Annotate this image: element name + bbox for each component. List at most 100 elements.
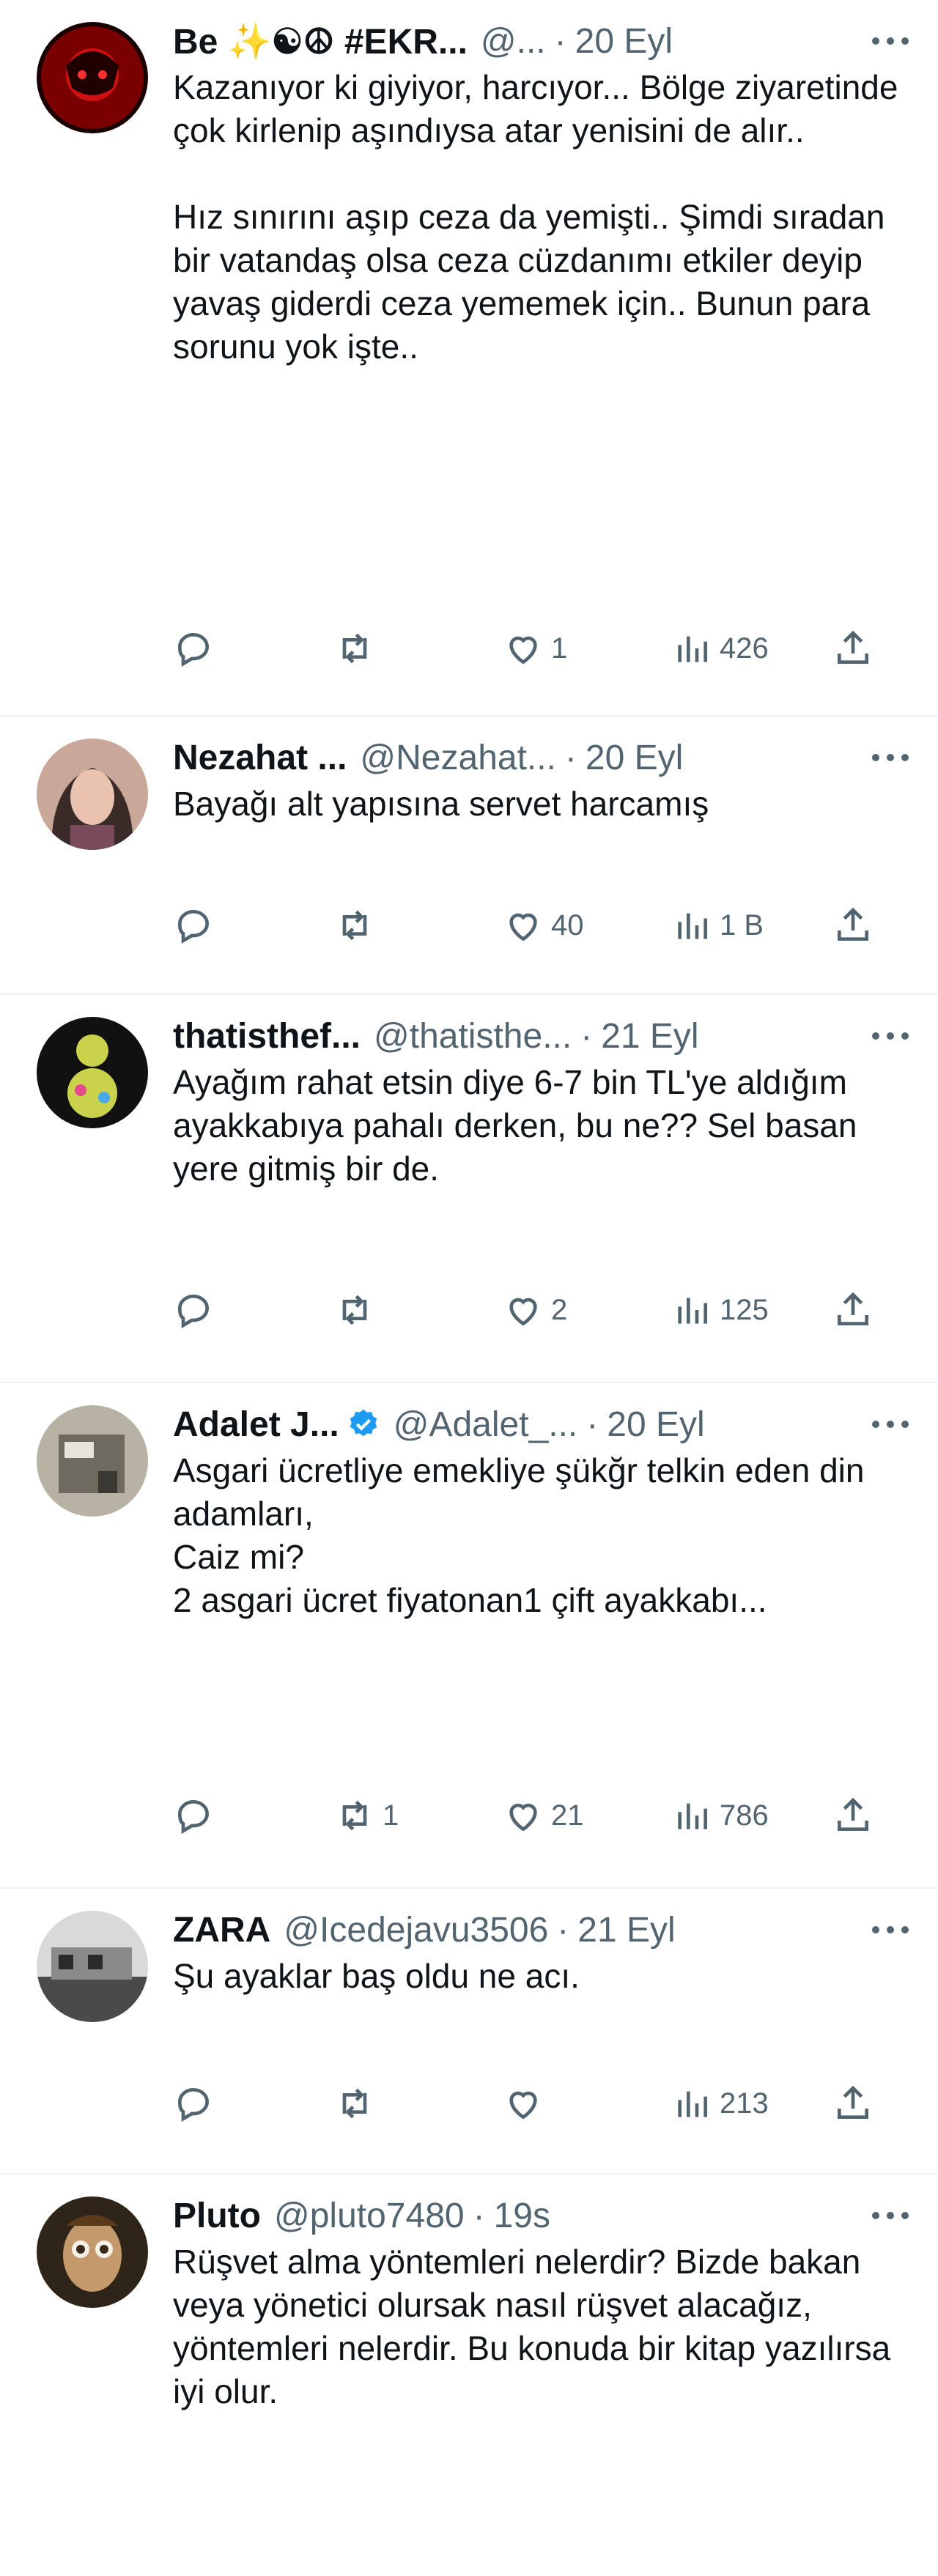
timestamp[interactable]: 20 Eyl (575, 21, 673, 62)
avatar[interactable] (37, 1017, 148, 1128)
share-button[interactable] (832, 905, 874, 946)
views-icon (678, 1803, 707, 1829)
share-button[interactable] (832, 628, 874, 669)
handle[interactable]: @pluto7480 (274, 2196, 465, 2236)
more-icon[interactable] (872, 1908, 909, 1952)
like-button[interactable] (503, 2083, 551, 2124)
tweet-actions: 213 (173, 2078, 916, 2129)
more-icon[interactable] (872, 2194, 909, 2238)
views-button[interactable]: 125 (671, 1289, 769, 1330)
views-icon (678, 913, 707, 939)
share-button[interactable] (832, 1795, 874, 1836)
tweet-header: Adalet J... @Adalet_... · 20 Eyl (173, 1402, 916, 1446)
tweet-text: Bayağı alt yapısına servet harcamış (173, 785, 709, 823)
like-button[interactable]: 1 (503, 628, 567, 669)
tweet-text: Şu ayaklar baş oldu ne acı. (173, 1957, 580, 1995)
tweet-header: Pluto @pluto7480 · 19s (173, 2194, 916, 2238)
share-button[interactable] (832, 2083, 874, 2124)
more-icon[interactable] (872, 19, 909, 63)
display-name[interactable]: Pluto (173, 2196, 261, 2236)
avatar[interactable] (37, 1911, 148, 2022)
tweet[interactable]: Pluto @pluto7480 · 19s Rüşvet alma yönte… (0, 2175, 938, 2575)
retweet-icon (342, 910, 367, 941)
more-icon[interactable] (872, 1402, 909, 1446)
verified-badge-icon (350, 1409, 377, 1437)
retweet-button[interactable] (334, 628, 383, 669)
display-name[interactable]: Be ✨☯☮ #EKR... (173, 21, 468, 62)
retweet-icon (342, 1800, 367, 1831)
reply-button[interactable] (173, 905, 221, 946)
reply-icon (177, 909, 210, 944)
avatar[interactable] (37, 739, 148, 850)
tweet-header: Nezahat ... @Nezahat... · 20 Eyl (173, 736, 916, 780)
views-count: 125 (720, 1293, 769, 1326)
tweet[interactable]: ZARA @Icedejavu3506 · 21 Eyl Şu ayaklar … (0, 1889, 938, 2175)
tweet-text: Rüşvet alma yöntemleri nelerdir? Bizde b… (173, 2243, 891, 2410)
avatar[interactable] (37, 1405, 148, 1517)
share-icon (838, 907, 868, 941)
retweet-button[interactable]: 1 (334, 1795, 399, 1836)
reply-icon (177, 1799, 210, 1835)
tweet[interactable]: Adalet J... @Adalet_... · 20 Eyl Asgari … (0, 1383, 938, 1889)
tweet-text: Asgari ücretliye emekliye şükğr telkin e… (173, 1451, 865, 1619)
handle[interactable]: @... (481, 21, 546, 62)
separator-dot: · (586, 1404, 599, 1444)
retweet-icon (342, 633, 367, 664)
views-button[interactable]: 426 (671, 628, 769, 669)
views-count: 786 (720, 1799, 769, 1832)
retweet-icon (342, 2088, 367, 2119)
like-button[interactable]: 2 (503, 1289, 567, 1330)
tweet[interactable]: thatisthef... @thatisthe... · 21 Eyl Aya… (0, 995, 938, 1383)
reply-button[interactable] (173, 1289, 221, 1330)
views-icon (678, 636, 707, 662)
tweet-actions: 1 21 786 (173, 1790, 916, 1841)
separator-dot: · (580, 1016, 593, 1056)
handle[interactable]: @Nezahat... (360, 738, 556, 778)
reply-icon (177, 2087, 210, 2122)
more-icon[interactable] (872, 1014, 909, 1058)
tweet-actions: 2 125 (173, 1284, 916, 1336)
share-button[interactable] (832, 1289, 874, 1330)
display-name[interactable]: ZARA (173, 1910, 270, 1950)
views-icon (678, 1298, 707, 1324)
like-icon (509, 2091, 537, 2120)
display-name[interactable]: Nezahat ... (173, 738, 347, 778)
handle[interactable]: @thatisthe... (374, 1016, 572, 1056)
tweet[interactable]: Be ✨☯☮ #EKR... @... · 20 Eyl Kazanıyor k… (0, 0, 938, 717)
tweet-header: Be ✨☯☮ #EKR... @... · 20 Eyl (173, 19, 916, 63)
retweet-button[interactable] (334, 2083, 383, 2124)
timestamp[interactable]: 20 Eyl (607, 1404, 704, 1445)
more-icon[interactable] (872, 736, 909, 780)
like-icon (509, 913, 537, 941)
retweet-button[interactable] (334, 905, 383, 946)
handle[interactable]: @Adalet_... (394, 1404, 578, 1445)
handle[interactable]: @Icedejavu3506 (284, 1910, 548, 1950)
display-name[interactable]: Adalet J... (173, 1404, 339, 1445)
separator-dot: · (554, 21, 566, 61)
reply-button[interactable] (173, 2083, 221, 2124)
views-button[interactable]: 213 (671, 2083, 769, 2124)
views-button[interactable]: 786 (671, 1795, 769, 1836)
display-name[interactable]: thatisthef... (173, 1016, 361, 1056)
tweet-feed: Be ✨☯☮ #EKR... @... · 20 Eyl Kazanıyor k… (0, 0, 938, 2575)
reply-icon (177, 1294, 210, 1329)
timestamp[interactable]: 20 Eyl (586, 738, 683, 778)
timestamp[interactable]: 19s (494, 2196, 550, 2236)
reply-button[interactable] (173, 628, 221, 669)
retweet-count: 1 (383, 1799, 399, 1832)
reply-button[interactable] (173, 1795, 221, 1836)
views-icon (678, 2091, 707, 2117)
like-count: 40 (551, 908, 584, 941)
like-button[interactable]: 21 (503, 1795, 584, 1836)
like-button[interactable]: 40 (503, 905, 584, 946)
avatar[interactable] (37, 2196, 148, 2308)
timestamp[interactable]: 21 Eyl (601, 1016, 698, 1056)
views-button[interactable]: 1 B (671, 905, 764, 946)
separator-dot: · (557, 1910, 569, 1950)
retweet-button[interactable] (334, 1289, 383, 1330)
tweet[interactable]: Nezahat ... @Nezahat... · 20 Eyl Bayağı … (0, 717, 938, 995)
timestamp[interactable]: 21 Eyl (577, 1910, 675, 1950)
share-icon (838, 1292, 868, 1325)
avatar[interactable] (37, 22, 148, 133)
like-count: 21 (551, 1799, 584, 1832)
